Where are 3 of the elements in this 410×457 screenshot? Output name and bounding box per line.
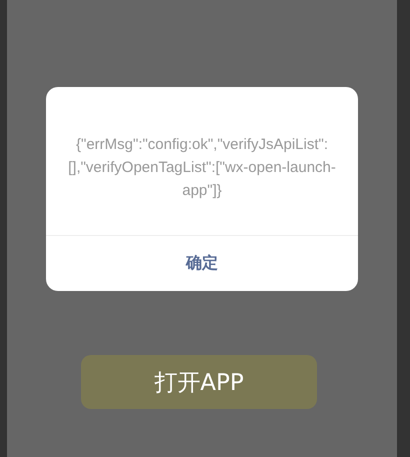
dialog-message: {"errMsg":"config:ok","verifyJsApiList":[],"verifyOpenTagList":["wx-open-launch-app"]} [67, 135, 337, 201]
open-app-button[interactable]: 打开APP [81, 355, 317, 409]
confirm-button[interactable]: 确定 [46, 235, 358, 291]
